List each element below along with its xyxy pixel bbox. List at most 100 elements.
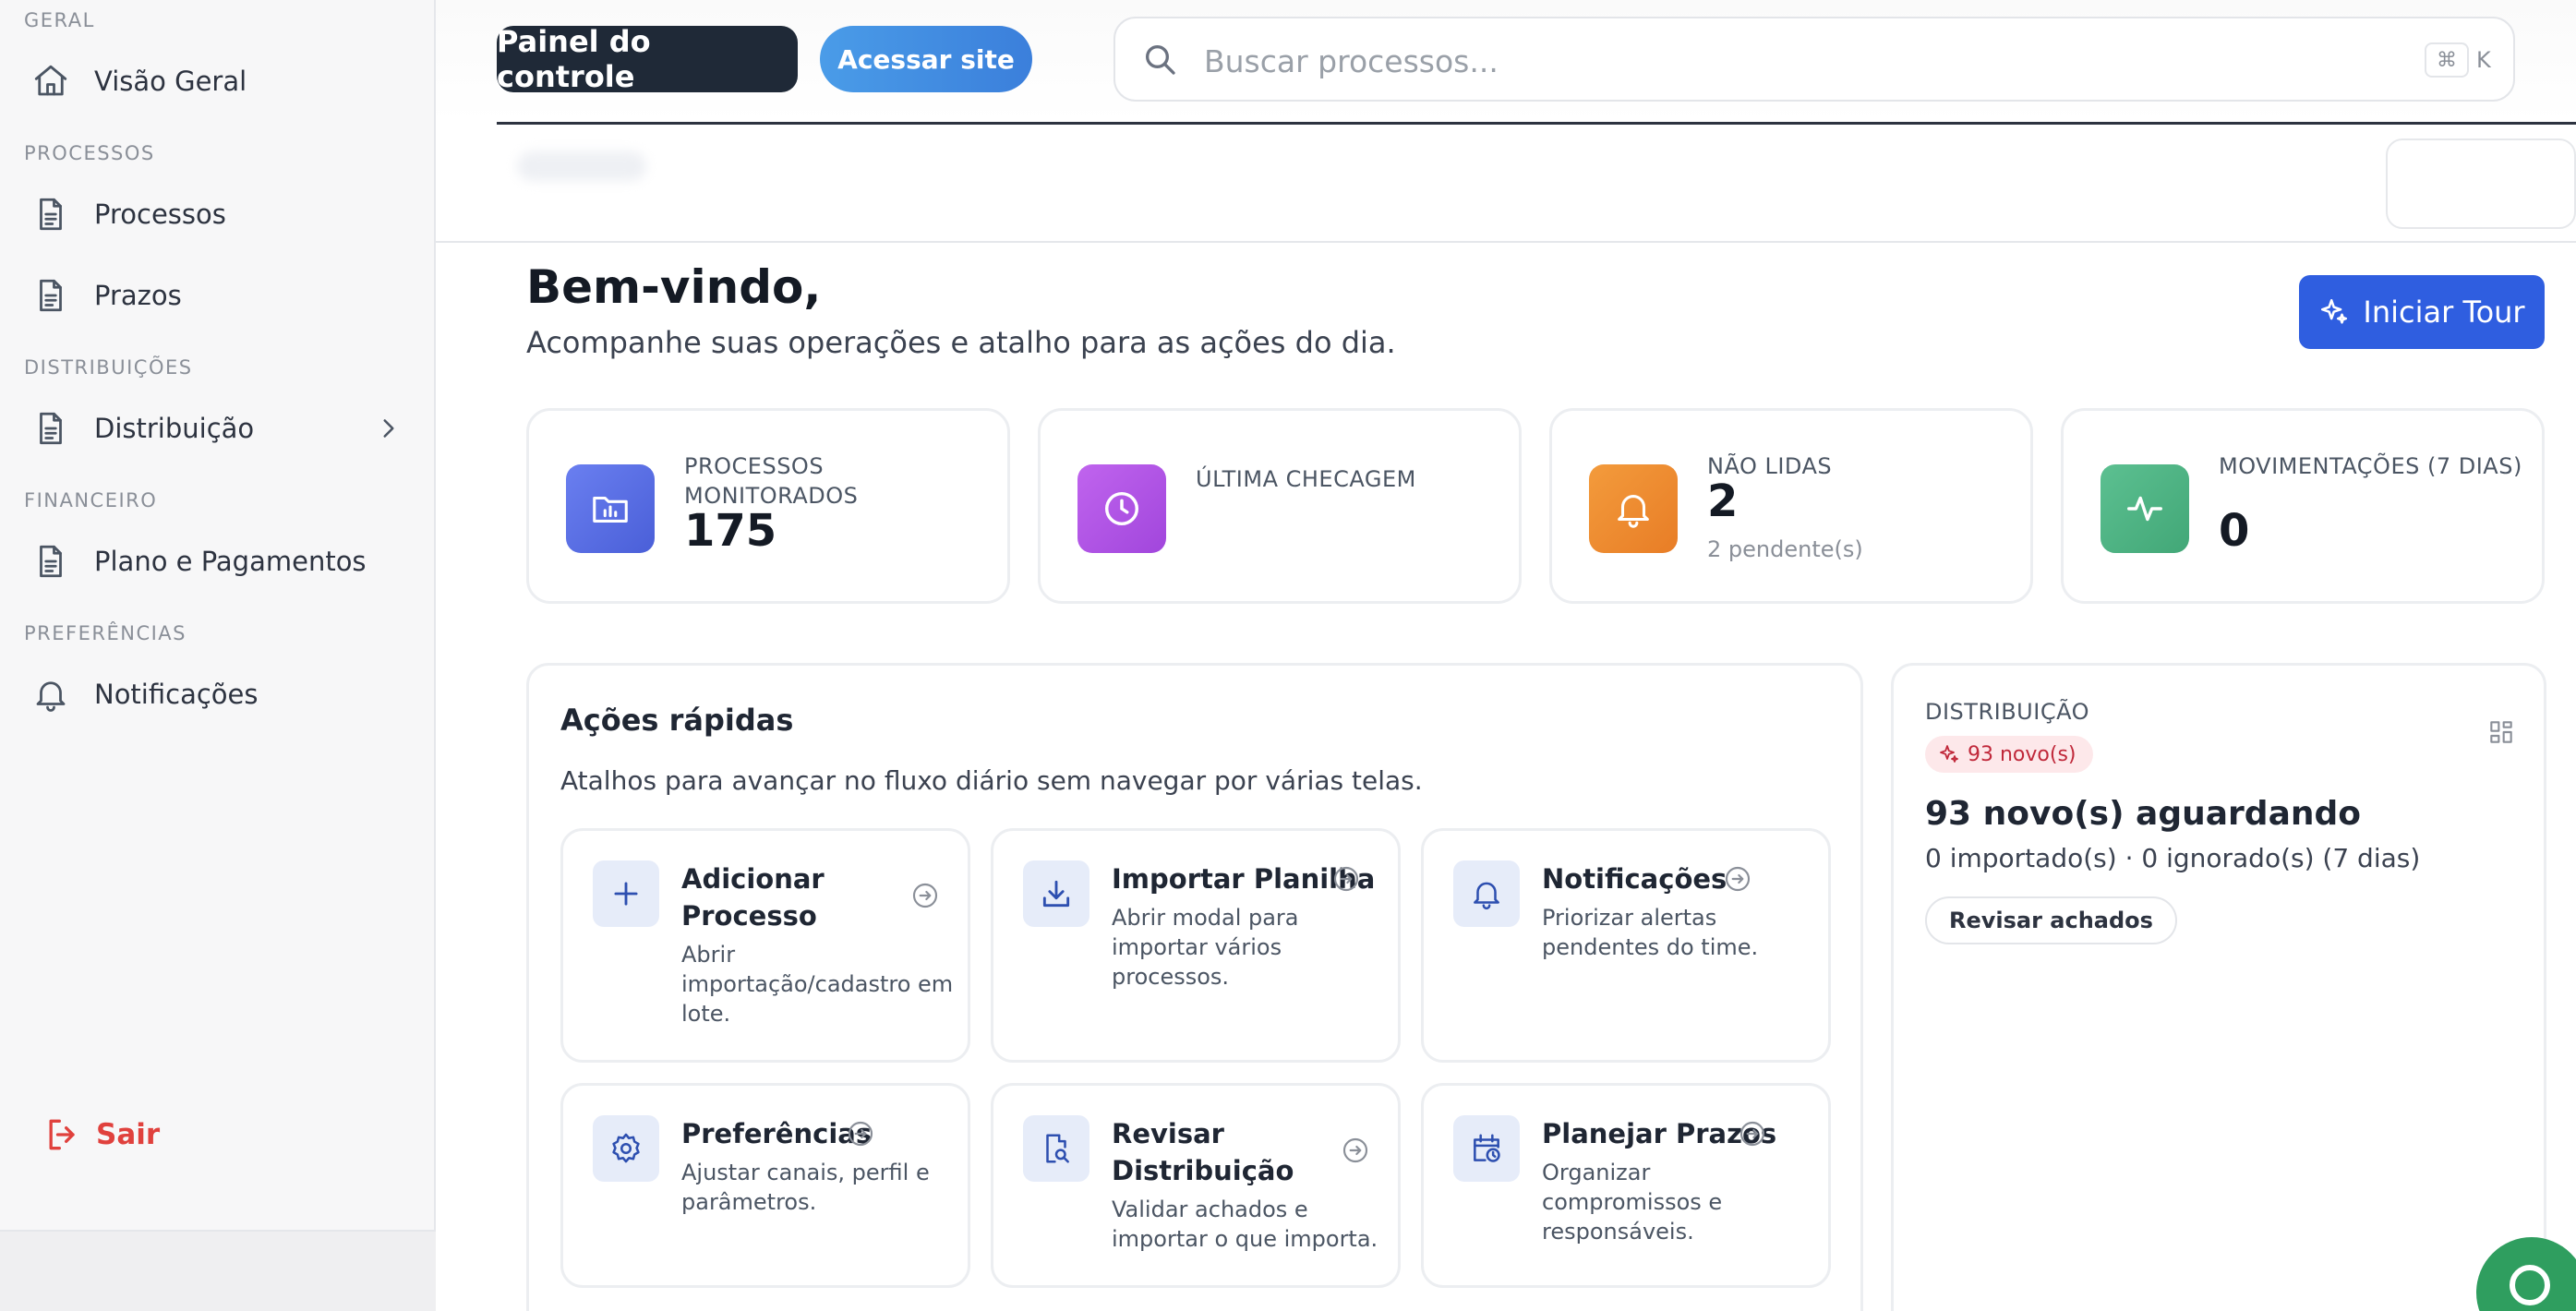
document-icon: [40, 198, 62, 231]
action-preferencias[interactable]: Preferências Ajustar canais, perfil e pa…: [560, 1083, 970, 1288]
secondary-header: [436, 125, 2576, 243]
logout-label: Sair: [96, 1118, 161, 1151]
action-icon-box: [1453, 1115, 1520, 1182]
action-icon-box: [1023, 860, 1089, 927]
action-notificacoes[interactable]: Notificações Priorizar alertas pendentes…: [1421, 828, 1831, 1063]
grid-icon[interactable]: [2486, 717, 2516, 747]
chat-icon: [2510, 1265, 2550, 1305]
search-icon: [1146, 45, 1175, 75]
distribution-stats: 0 importado(s) · 0 ignorado(s) (7 dias): [1925, 843, 2421, 873]
page-title: Bem-vindo,: [526, 260, 822, 314]
stat-icon-box: [2101, 464, 2189, 553]
sidebar: GERAL Visão Geral PROCESSOS Processos Pr…: [0, 0, 436, 1311]
arrow-circle-right-icon: [912, 883, 938, 908]
stat-sub: 2 pendente(s): [1707, 536, 1863, 562]
action-icon-box: [593, 860, 659, 927]
action-importar-planilha[interactable]: Importar Planilha Abrir modal para impor…: [991, 828, 1401, 1063]
stat-value: 0: [2219, 505, 2250, 557]
stat-card-nao-lidas: NÃO LIDAS 2 2 pendente(s): [1549, 408, 2033, 604]
stat-card-ultima-checagem: ÚLTIMA CHECAGEM: [1038, 408, 1522, 604]
chevron-right-icon: [383, 419, 394, 438]
action-revisar-distribuicao[interactable]: Revisar Distribuição Validar achados e i…: [991, 1083, 1401, 1288]
nav-section-processos: PROCESSOS: [24, 142, 155, 164]
action-planejar-prazos[interactable]: Planejar Prazos Organizar compromissos e…: [1421, 1083, 1831, 1288]
stat-card-movimentacoes: MOVIMENTAÇÕES (7 DIAS) 0: [2061, 408, 2545, 604]
search-box: ⌘ K: [1113, 17, 2515, 102]
action-title: Adicionar Processo: [681, 863, 825, 932]
action-title: Preferências: [681, 1118, 873, 1149]
file-search-icon: [1046, 1134, 1069, 1163]
blurred-placeholder: [517, 151, 646, 181]
plus-icon: [614, 882, 638, 906]
action-desc: Priorizar alertas pendentes do time.: [1542, 905, 1759, 960]
sidebar-item-plano-pagamentos[interactable]: Plano e Pagamentos: [0, 528, 436, 595]
sparkles-icon: [2321, 298, 2348, 324]
action-desc: Abrir importação/cadastro em lote.: [681, 942, 954, 1027]
bell-icon: [36, 681, 66, 712]
sidebar-item-label: Notificações: [94, 679, 259, 710]
action-icon-box: [593, 1115, 659, 1182]
stat-label: MOVIMENTAÇÕES (7 DIAS): [2219, 453, 2522, 479]
activity-icon: [2127, 496, 2162, 522]
stat-icon-box: [566, 464, 655, 553]
document-icon: [40, 279, 62, 312]
distribution-panel: DISTRIBUIÇÃO 93 novo(s) 93 novo(s) aguar…: [1891, 663, 2546, 1311]
sidebar-footer: [0, 1230, 436, 1311]
gear-icon: [612, 1133, 640, 1163]
arrow-circle-right-icon: [848, 1121, 873, 1147]
distribution-headline: 93 novo(s) aguardando: [1925, 795, 2361, 833]
nav-section-financeiro: FINANCEIRO: [24, 489, 158, 511]
stat-label: PROCESSOS MONITORADOS: [684, 453, 859, 509]
shortcut-key-cmd: ⌘: [2425, 42, 2469, 78]
stat-label: ÚLTIMA CHECAGEM: [1196, 466, 1416, 492]
sidebar-item-label: Visão Geral: [94, 66, 247, 97]
stat-label: NÃO LIDAS: [1707, 453, 1833, 479]
stat-value: 175: [684, 505, 777, 557]
visit-site-button[interactable]: Acessar site: [820, 26, 1032, 92]
sidebar-item-prazos[interactable]: Prazos: [0, 262, 436, 329]
stat-icon-box: [1589, 464, 1678, 553]
arrow-circle-right-icon: [1739, 1121, 1765, 1147]
stat-card-processos: PROCESSOS MONITORADOS 175: [526, 408, 1010, 604]
distribution-label: DISTRIBUIÇÃO: [1925, 699, 2089, 725]
arrow-circle-right-icon: [1725, 866, 1751, 892]
action-desc: Organizar compromissos e responsáveis.: [1542, 1160, 1723, 1245]
dashboard-button[interactable]: Painel do controle: [497, 24, 798, 94]
quick-actions-panel: Ações rápidas Atalhos para avançar no fl…: [526, 663, 1863, 1311]
sidebar-item-visao-geral[interactable]: Visão Geral: [0, 48, 436, 114]
action-icon-box: [1023, 1115, 1089, 1182]
download-icon: [1042, 880, 1070, 908]
status-badge-label: 93 novo(s): [1968, 742, 2076, 766]
search-input[interactable]: [1204, 35, 2312, 87]
nav-section-distribuicoes: DISTRIBUIÇÕES: [24, 356, 193, 379]
sidebar-item-notificacoes[interactable]: Notificações: [0, 661, 436, 728]
action-desc: Ajustar canais, perfil e parâmetros.: [681, 1160, 930, 1215]
header-widget-placeholder: [2386, 138, 2576, 229]
arrow-circle-right-icon: [1333, 866, 1359, 892]
sidebar-item-label: Prazos: [94, 280, 182, 311]
review-findings-button[interactable]: Revisar achados: [1925, 896, 2177, 944]
logout-button[interactable]: Sair: [42, 1112, 160, 1158]
calendar-clock-icon: [1474, 1134, 1500, 1162]
document-icon: [40, 412, 62, 445]
sidebar-item-distribuicao[interactable]: Distribuição: [0, 395, 436, 462]
home-icon: [34, 65, 67, 96]
clock-icon: [1104, 491, 1139, 526]
sparkles-icon: [1940, 745, 1958, 763]
bell-icon: [1474, 882, 1499, 910]
action-title: Notificações: [1542, 863, 1727, 895]
action-desc: Validar achados e importar o que importa…: [1112, 1197, 1378, 1252]
quick-actions-title: Ações rápidas: [560, 703, 794, 738]
stat-value: 2: [1707, 475, 1739, 527]
app-root: GERAL Visão Geral PROCESSOS Processos Pr…: [0, 0, 2576, 1311]
document-icon: [40, 545, 62, 578]
shortcut-key-k: K: [2476, 47, 2491, 73]
arrow-circle-right-icon: [1342, 1137, 1368, 1163]
sidebar-item-label: Processos: [94, 198, 226, 230]
start-tour-label: Iniciar Tour: [2363, 295, 2525, 330]
start-tour-button[interactable]: Iniciar Tour: [2299, 275, 2545, 349]
action-adicionar-processo[interactable]: Adicionar Processo Abrir importação/cada…: [560, 828, 970, 1063]
folder-chart-icon: [593, 496, 628, 523]
action-icon-box: [1453, 860, 1520, 927]
sidebar-item-processos[interactable]: Processos: [0, 181, 436, 247]
